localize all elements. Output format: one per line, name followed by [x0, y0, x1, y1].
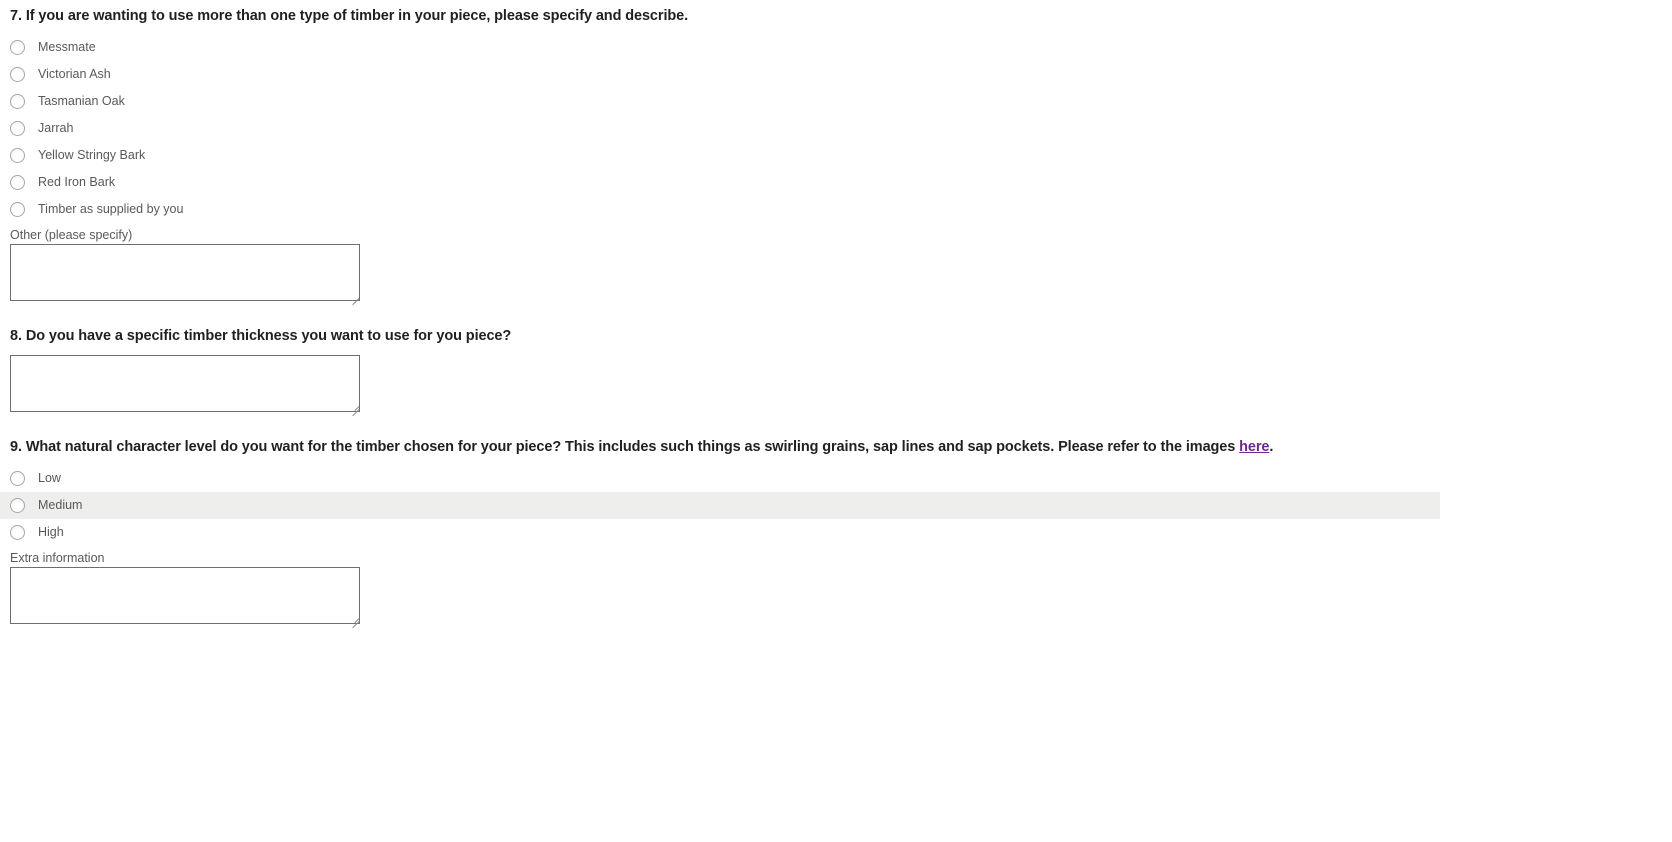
- option-label: Medium: [38, 498, 83, 513]
- question-8-block: 8. Do you have a specific timber thickne…: [0, 327, 512, 417]
- option-label: High: [38, 525, 64, 540]
- option-row-low[interactable]: Low: [0, 465, 1440, 492]
- question-9-block: 9. What natural character level do you w…: [0, 438, 1440, 629]
- option-row-victorian-ash[interactable]: Victorian Ash: [0, 61, 1440, 88]
- option-label: Victorian Ash: [38, 67, 111, 82]
- question-9-title-text-start: 9. What natural character level do you w…: [10, 439, 1240, 455]
- extra-information-textarea[interactable]: [10, 567, 360, 625]
- question-7-block: 7. If you are wanting to use more than o…: [0, 7, 1440, 306]
- option-row-high[interactable]: High: [0, 519, 1440, 546]
- option-row-jarrah[interactable]: Jarrah: [0, 115, 1440, 142]
- radio-button-icon[interactable]: [10, 93, 25, 109]
- option-row-yellow-stringy-bark[interactable]: Yellow Stringy Bark: [0, 142, 1440, 169]
- option-label: Red Iron Bark: [38, 175, 116, 190]
- radio-button-icon[interactable]: [10, 66, 25, 82]
- radio-button-icon[interactable]: [10, 201, 25, 217]
- radio-button-icon[interactable]: [10, 470, 25, 486]
- radio-button-icon[interactable]: [10, 120, 25, 136]
- option-label: Low: [38, 471, 61, 486]
- question-9-options: Low Medium High: [0, 465, 1440, 546]
- timber-thickness-textarea-wrap: [10, 354, 360, 417]
- extra-information-textarea-wrap: [10, 567, 360, 629]
- survey-page: 7. If you are wanting to use more than o…: [0, 0, 1672, 842]
- here-link[interactable]: here: [1239, 439, 1269, 455]
- radio-button-icon[interactable]: [10, 497, 25, 513]
- timber-thickness-textarea[interactable]: [10, 354, 360, 412]
- option-label: Jarrah: [38, 121, 74, 136]
- option-label: Yellow Stringy Bark: [38, 148, 146, 163]
- question-9-title: 9. What natural character level do you w…: [0, 438, 1440, 457]
- radio-button-icon[interactable]: [10, 39, 25, 55]
- other-specify-textarea-wrap: [10, 244, 360, 306]
- radio-button-icon[interactable]: [10, 147, 25, 163]
- question-7-options: Messmate Victorian Ash Tasmanian Oak Jar…: [0, 34, 1440, 223]
- option-row-medium[interactable]: Medium: [0, 491, 1440, 519]
- radio-button-icon[interactable]: [10, 524, 25, 540]
- other-please-specify-label: Other (please specify): [10, 227, 133, 242]
- other-specify-textarea[interactable]: [10, 244, 360, 302]
- radio-button-icon[interactable]: [10, 174, 25, 190]
- option-row-red-iron-bark[interactable]: Red Iron Bark: [0, 169, 1440, 196]
- option-label: Messmate: [38, 40, 96, 55]
- option-label: Tasmanian Oak: [38, 94, 125, 109]
- option-row-messmate[interactable]: Messmate: [0, 34, 1440, 61]
- question-8-title: 8. Do you have a specific timber thickne…: [10, 328, 512, 344]
- option-row-timber-as-supplied-by-you[interactable]: Timber as supplied by you: [0, 196, 1440, 223]
- option-row-tasmanian-oak[interactable]: Tasmanian Oak: [0, 88, 1440, 115]
- option-label: Timber as supplied by you: [38, 202, 184, 217]
- question-9-title-text-end: .: [1269, 439, 1274, 455]
- question-7-title: 7. If you are wanting to use more than o…: [10, 8, 689, 24]
- extra-information-label: Extra information: [10, 550, 105, 565]
